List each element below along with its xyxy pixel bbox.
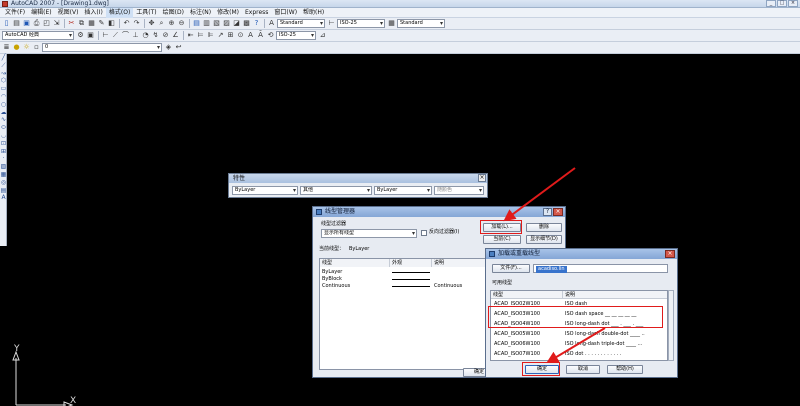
autocad-window: AutoCAD 2007 - [Drawing1.dwg] _ □ × 文件(F… (0, 0, 800, 406)
arrow-to-load-button (503, 167, 576, 222)
arrow-to-ok-button (546, 327, 606, 364)
annotation-arrows (503, 167, 606, 364)
